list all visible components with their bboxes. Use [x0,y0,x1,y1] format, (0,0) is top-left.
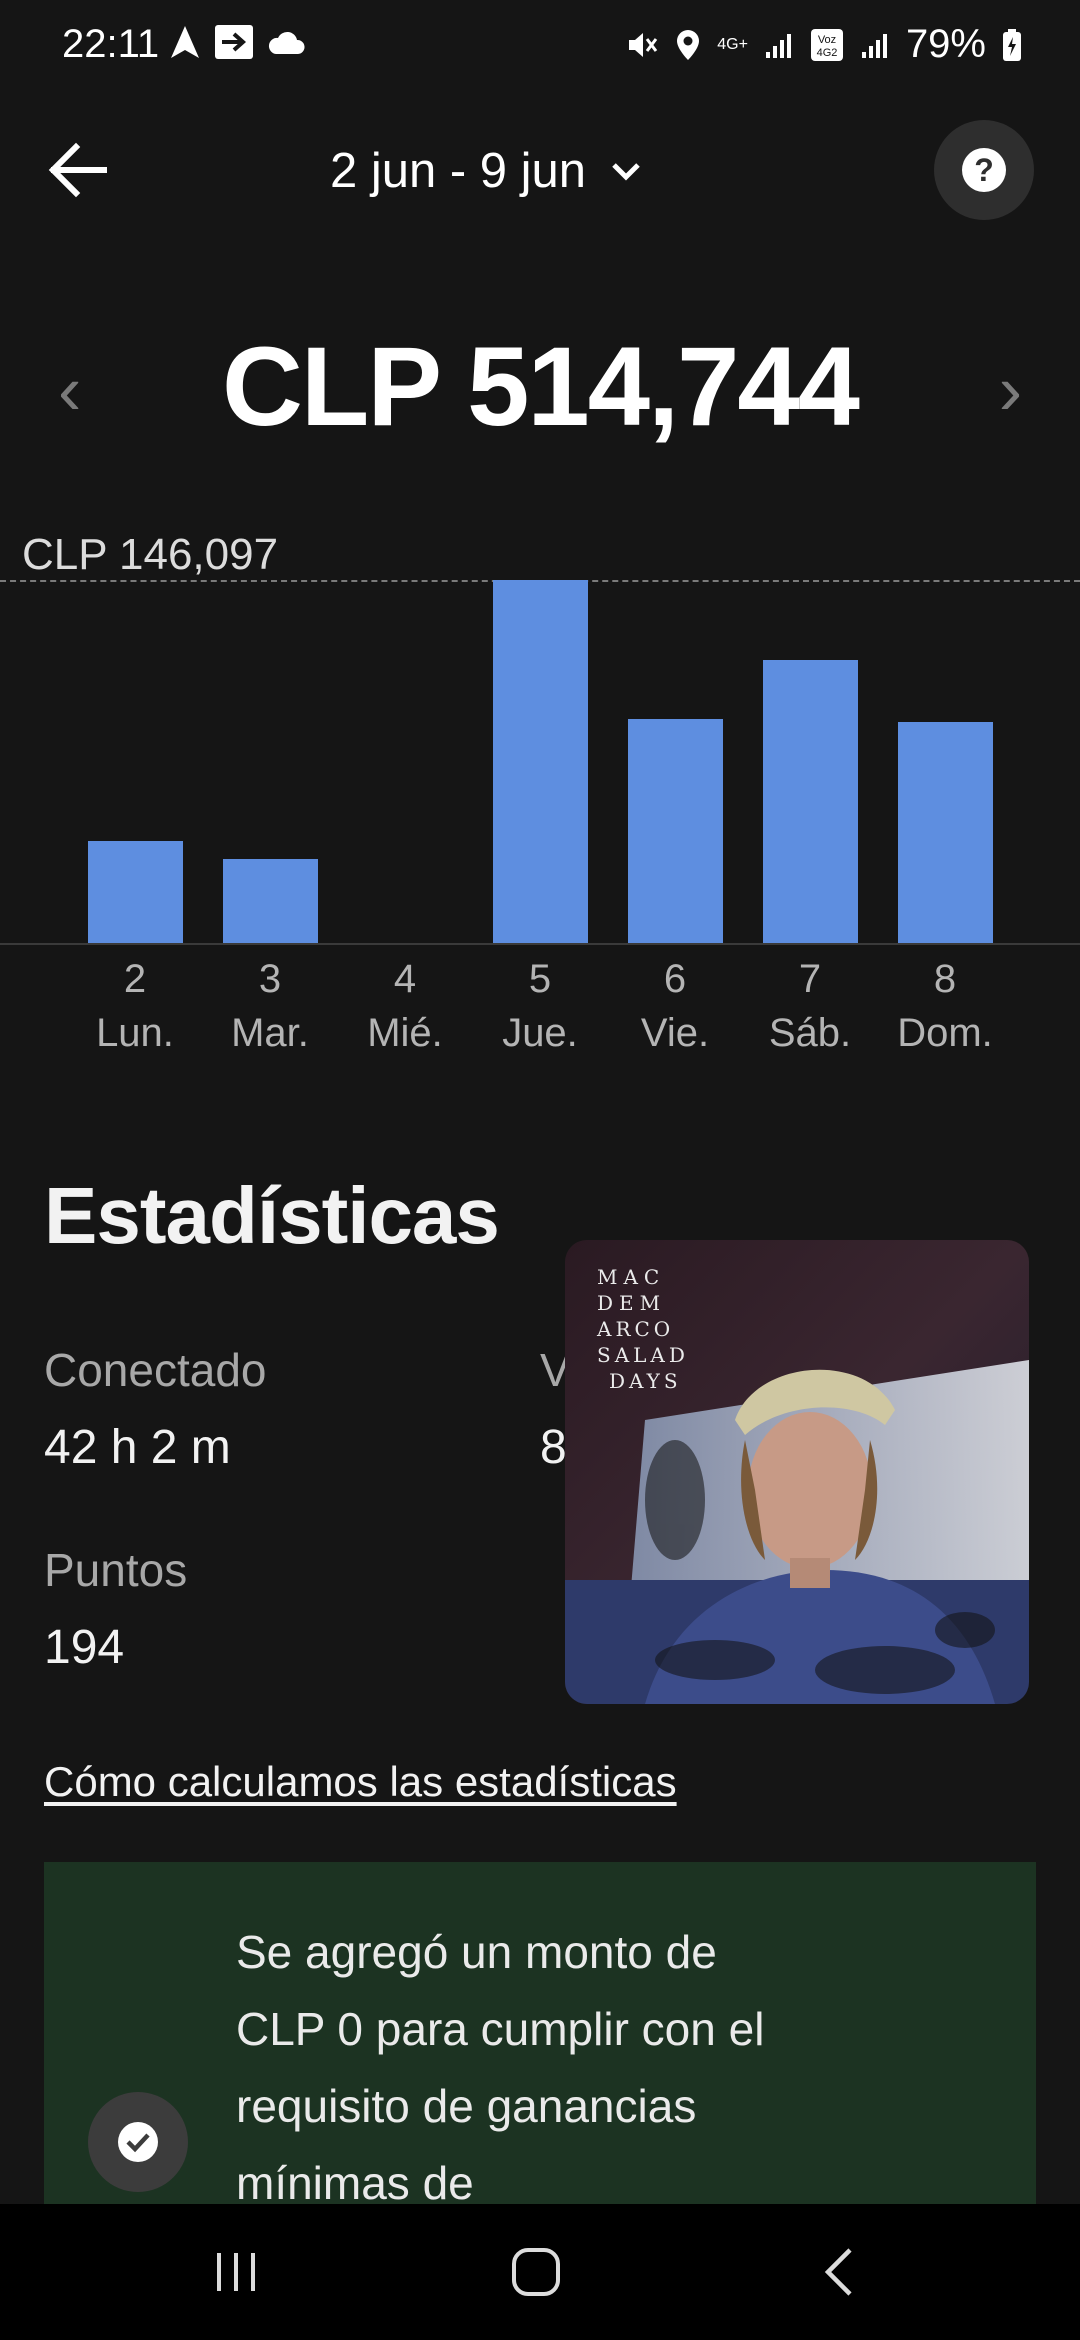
home-button[interactable] [446,2204,626,2340]
battery-icon [1002,28,1022,62]
x-tick-day-name: Sáb. [768,1011,852,1055]
cloud-icon [266,28,306,56]
earnings-bar-chart: CLP 146,097 2 Lun. 3 Mar. 4 Mié. 5 Jue. 6 Vie. 7 Sá… [0,520,1080,1080]
recent-apps-button[interactable] [146,2204,326,2340]
stats-info-link[interactable]: Cómo calculamos las estadísticas [44,1758,677,1806]
album-text-line-2: DEM [597,1291,666,1315]
x-tick-day-number: 7 [798,957,822,1001]
chevron-left-icon [824,2248,852,2296]
signal-icon [764,30,794,60]
x-tick-day-name: Mar. [231,1011,309,1055]
x-tick-day-name: Mié. [367,1011,443,1055]
svg-text:4G2: 4G2 [817,47,838,59]
help-button[interactable]: ? [934,120,1034,220]
second-stat-value: 8 [540,1421,567,1474]
arrow-left-icon [48,142,107,198]
status-left-icons [168,24,306,60]
connected-value: 42 h 2 m [44,1421,231,1474]
svg-text:Voz: Voz [818,34,836,46]
mute-icon [625,28,659,62]
signal-icon-2 [860,30,890,60]
chart-bar[interactable] [763,660,858,943]
x-tick-day-number: 5 [528,957,552,1001]
status-time: 22:11 [62,22,160,66]
volte-icon: Voz 4G2 [810,28,844,62]
album-art-image: MAC DEM ARCO SALAD DAYS [565,1240,1029,1704]
chart-bar[interactable] [493,580,588,943]
system-back-button[interactable] [750,2204,930,2340]
x-tick-day-name: Jue. [502,1011,578,1055]
x-tick-day-number: 6 [663,957,687,1001]
chevron-down-icon [612,163,640,181]
status-right-icons: 4G+ Voz 4G2 79% [625,22,1022,67]
points-label: Puntos [44,1544,188,1596]
stats-title: Estadísticas [44,1171,500,1260]
x-tick-day-number: 4 [393,957,417,1001]
chart-baseline [0,943,1080,945]
status-bar: 22:11 4G+ Voz 4G2 79% [0,0,1080,90]
album-text-line-4: SALAD [597,1343,689,1367]
points-value: 194 [44,1621,125,1674]
banner-text: Se agregó un monto de CLP 0 para cumplir… [236,1926,765,2209]
cast-icon [214,24,254,60]
data-4g-icon: 4G+ [717,35,748,53]
help-icon: ? [962,148,1006,192]
x-tick-day-name: Lun. [96,1011,174,1055]
chart-bar[interactable] [898,722,993,943]
x-tick-day-name: Vie. [640,1011,710,1055]
album-text-line-3: ARCO [596,1317,674,1341]
signal-type-label: 4G+ [717,35,748,53]
total-earnings: CLP 514,744 [222,324,860,449]
date-range-label: 2 jun - 9 jun [330,144,587,198]
chart-bar[interactable] [628,719,723,943]
album-art-overlay[interactable]: MAC DEM ARCO SALAD DAYS [565,1240,1029,1704]
next-week-button[interactable]: › [999,350,1022,430]
album-text-line-1: MAC [597,1265,665,1289]
back-button[interactable] [44,135,114,205]
connected-label: Conectado [44,1344,267,1396]
minimum-earnings-banner: Se agregó un monto de CLP 0 para cumplir… [44,1862,1036,2262]
location-icon [675,28,701,62]
home-icon [512,2248,560,2296]
x-tick-day-name: Dom. [897,1011,993,1055]
navigation-icon [168,24,202,60]
date-range-selector[interactable]: 2 jun - 9 jun [330,136,646,206]
system-nav-bar [0,2204,1080,2340]
chart-max-label: CLP 146,097 [22,530,279,579]
recent-apps-icon [217,2253,255,2291]
check-circle-icon [88,2092,188,2192]
chart-bar[interactable] [223,859,318,943]
x-tick-day-number: 3 [258,957,282,1001]
battery-percent: 79% [905,22,986,66]
album-text-line-5: DAYS [609,1369,682,1393]
x-tick-day-number: 8 [933,957,957,1001]
chart-bar[interactable] [88,841,183,943]
x-tick-day-number: 2 [123,957,147,1001]
